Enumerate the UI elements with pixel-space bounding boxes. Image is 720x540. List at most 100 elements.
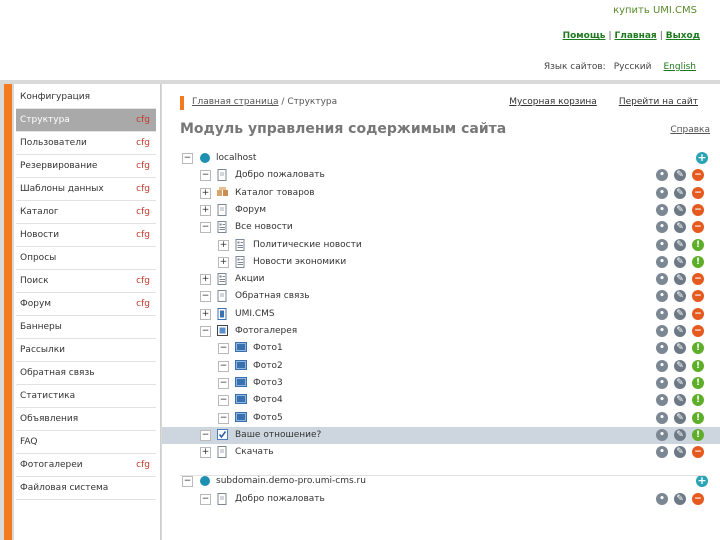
edit-icon[interactable]: ✎ — [674, 221, 686, 234]
sidebar-item-cfg-link[interactable]: cfg — [136, 207, 150, 217]
edit-icon[interactable]: ✎ — [674, 359, 686, 372]
sidebar-item[interactable]: Файловая система — [16, 477, 156, 500]
active-status-icon[interactable]: ! — [692, 428, 704, 441]
collapse-toggle[interactable]: − — [200, 493, 211, 505]
active-status-icon[interactable]: ! — [692, 359, 704, 372]
sidebar-item[interactable]: Рассылки — [16, 339, 156, 362]
trash-link[interactable]: Мусорная корзина — [509, 97, 597, 107]
active-status-icon[interactable]: ! — [692, 342, 704, 355]
sidebar-item-cfg-link[interactable]: cfg — [136, 299, 150, 309]
collapse-toggle[interactable]: − — [218, 360, 229, 372]
sidebar-item[interactable]: Форум cfg — [16, 293, 156, 316]
domain-row[interactable]: − localhost + — [162, 150, 720, 167]
help-link-panel[interactable]: Справка — [670, 125, 710, 135]
sidebar-item-cfg-link[interactable]: cfg — [136, 161, 150, 171]
edit-icon[interactable]: ✎ — [674, 307, 686, 320]
view-icon[interactable]: • — [656, 359, 668, 372]
disable-status-icon[interactable]: − — [692, 446, 704, 459]
edit-icon[interactable]: ✎ — [674, 273, 686, 286]
edit-icon[interactable]: ✎ — [674, 411, 686, 424]
collapse-toggle[interactable]: − — [200, 170, 211, 182]
collapse-toggle[interactable]: − — [218, 395, 229, 407]
sidebar-item-cfg-link[interactable]: cfg — [136, 138, 150, 148]
collapse-toggle[interactable]: − — [200, 291, 211, 303]
edit-icon[interactable]: ✎ — [674, 428, 686, 441]
edit-icon[interactable]: ✎ — [674, 169, 686, 182]
view-icon[interactable]: • — [656, 273, 668, 286]
sidebar-item[interactable]: Пользователи cfg — [16, 132, 156, 155]
expand-toggle[interactable]: + — [200, 447, 211, 459]
sidebar-item[interactable]: Опросы — [16, 247, 156, 270]
page-title-link[interactable]: Акции — [235, 274, 264, 284]
buy-umi-link[interactable]: купить UMI.CMS — [613, 5, 697, 16]
view-icon[interactable]: • — [656, 325, 668, 337]
active-status-icon[interactable]: ! — [692, 238, 704, 251]
disable-status-icon[interactable]: − — [692, 203, 704, 216]
collapse-toggle[interactable]: − — [218, 412, 229, 424]
page-title-link[interactable]: Ваше отношение? — [235, 430, 321, 440]
page-title-link[interactable]: Фото3 — [253, 378, 283, 388]
edit-icon[interactable]: ✎ — [674, 203, 686, 216]
tree-row[interactable]: − Фото1 • ✎! — [162, 340, 720, 357]
expand-toggle[interactable]: + — [200, 274, 211, 286]
expand-toggle[interactable]: + — [200, 308, 211, 320]
sidebar-item[interactable]: Структура cfg — [16, 109, 156, 132]
view-icon[interactable]: • — [656, 428, 668, 441]
sidebar-item[interactable]: Каталог cfg — [16, 201, 156, 224]
active-status-icon[interactable]: ! — [692, 255, 704, 268]
tree-row[interactable]: − Фото3 • ✎! — [162, 375, 720, 392]
help-link[interactable]: Помощь — [563, 31, 606, 41]
view-icon[interactable]: • — [656, 221, 668, 234]
tree-row[interactable]: + UMI.CMS • ✎ − — [162, 306, 720, 323]
disable-status-icon[interactable]: − — [692, 492, 704, 505]
view-icon[interactable]: • — [656, 342, 668, 355]
tree-row[interactable]: − Обратная связь • ✎ − — [162, 288, 720, 305]
view-icon[interactable]: • — [656, 411, 668, 424]
disable-status-icon[interactable]: − — [692, 290, 704, 303]
page-title-link[interactable]: Добро пожаловать — [235, 170, 325, 180]
disable-status-icon[interactable]: − — [692, 221, 704, 234]
tree-row[interactable]: − Добро пожаловать • ✎ − — [162, 167, 720, 184]
domain-label[interactable]: subdomain.demo-pro.umi-cms.ru — [216, 476, 366, 486]
exit-link[interactable]: Выход — [666, 31, 700, 41]
edit-icon[interactable]: ✎ — [674, 255, 686, 268]
sidebar-item-cfg-link[interactable]: cfg — [136, 276, 150, 286]
tree-row[interactable]: + Каталог товаров • ✎ − — [162, 185, 720, 202]
expand-toggle[interactable]: + — [200, 187, 211, 199]
sidebar-item[interactable]: FAQ — [16, 431, 156, 454]
expand-toggle[interactable]: + — [200, 204, 211, 216]
tree-row[interactable]: − Фото4 • ✎! — [162, 392, 720, 409]
page-title-link[interactable]: Добро пожаловать — [235, 494, 325, 504]
tree-row[interactable]: − Добро пожаловать • ✎ − — [162, 491, 720, 508]
sidebar-item[interactable]: Статистика — [16, 385, 156, 408]
view-icon[interactable]: • — [656, 169, 668, 182]
view-icon[interactable]: • — [656, 255, 668, 268]
page-title-link[interactable]: Фотогалерея — [235, 326, 297, 336]
disable-status-icon[interactable]: − — [692, 325, 704, 337]
page-title-link[interactable]: Форум — [235, 205, 266, 215]
edit-icon[interactable]: ✎ — [674, 325, 686, 337]
view-icon[interactable]: • — [656, 446, 668, 459]
edit-icon[interactable]: ✎ — [674, 446, 686, 459]
tree-row[interactable]: + Новости экономики • ✎! — [162, 254, 720, 271]
sidebar-item[interactable]: Новости cfg — [16, 224, 156, 247]
collapse-toggle[interactable]: − — [200, 429, 211, 441]
page-title-link[interactable]: Все новости — [235, 222, 293, 232]
page-title-link[interactable]: Новости экономики — [253, 257, 346, 267]
tree-row[interactable]: + Акции • ✎ − — [162, 271, 720, 288]
view-icon[interactable]: • — [656, 203, 668, 216]
view-icon[interactable]: • — [656, 492, 668, 505]
breadcrumb-home-link[interactable]: Главная страница — [192, 97, 279, 107]
page-title-link[interactable]: Фото2 — [253, 361, 283, 371]
view-icon[interactable]: • — [656, 376, 668, 389]
view-icon[interactable]: • — [656, 186, 668, 199]
add-page-icon[interactable]: + — [696, 475, 708, 488]
sidebar-item[interactable]: Шаблоны данных cfg — [16, 178, 156, 201]
edit-icon[interactable]: ✎ — [674, 238, 686, 251]
sidebar-item-cfg-link[interactable]: cfg — [136, 184, 150, 194]
disable-status-icon[interactable]: − — [692, 307, 704, 320]
page-title-link[interactable]: Фото1 — [253, 343, 283, 353]
sidebar-item[interactable]: Фотогалереи cfg — [16, 454, 156, 477]
page-title-link[interactable]: Фото5 — [253, 413, 283, 423]
tree-row[interactable]: − Фотогалерея • ✎ − — [162, 323, 720, 340]
